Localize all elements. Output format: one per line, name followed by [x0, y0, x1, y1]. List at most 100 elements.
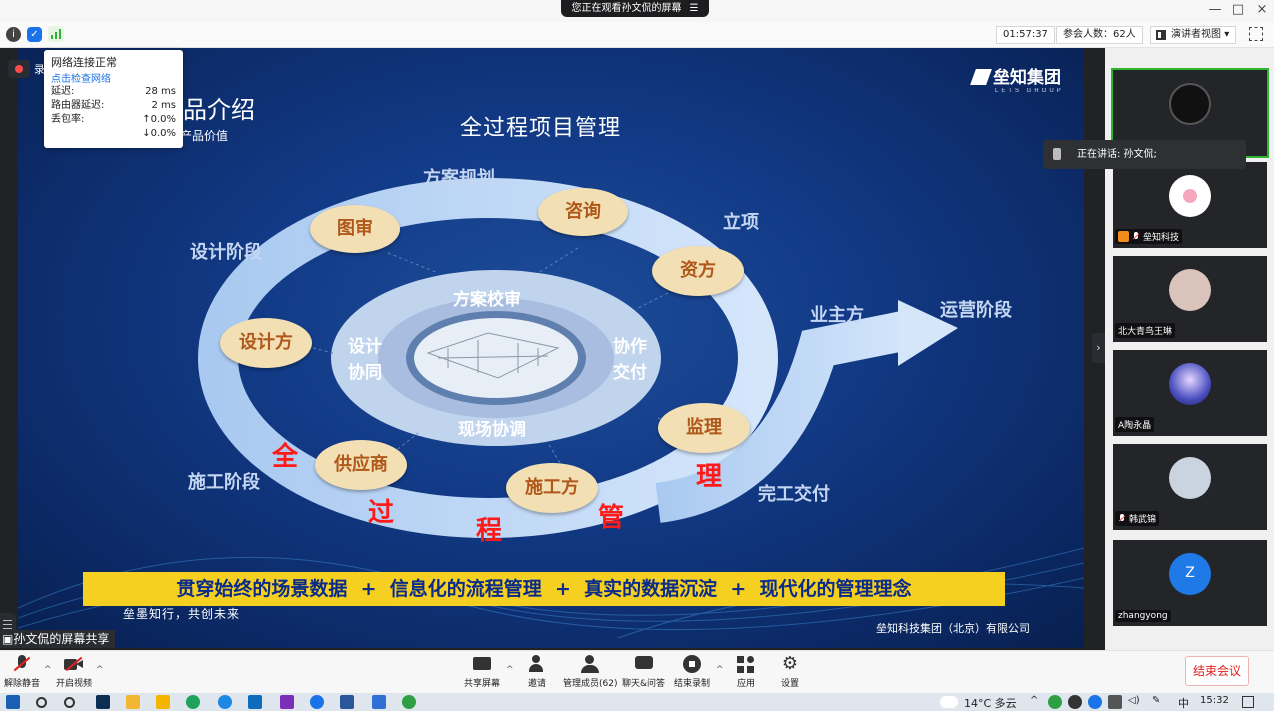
muted-mic-icon — [12, 655, 32, 673]
record-options-caret[interactable]: ^ — [716, 665, 724, 675]
avatar — [1169, 269, 1211, 311]
app-icon[interactable] — [310, 695, 324, 709]
share-screen-icon — [472, 655, 492, 673]
latency-row: 延迟: 28 ms — [51, 86, 176, 97]
video-options-caret[interactable]: ^ — [96, 665, 104, 675]
stop-recording-button[interactable]: 结束录制 — [674, 655, 710, 689]
red-char-4: 管 — [598, 503, 625, 533]
cortana-icon[interactable] — [64, 697, 75, 708]
file-explorer-icon[interactable] — [126, 695, 140, 709]
meeting-app-icon[interactable] — [372, 695, 386, 709]
red-char-2: 过 — [368, 498, 395, 528]
avatar — [1169, 83, 1211, 125]
notes-icon[interactable] — [156, 695, 170, 709]
muted-mic-icon — [1118, 513, 1126, 524]
share-screen-button[interactable]: 共享屏幕 — [464, 655, 500, 689]
tray-app-icon[interactable] — [1068, 695, 1082, 709]
host-icon — [1118, 231, 1129, 242]
participant-tile[interactable]: A陶永晶 — [1113, 350, 1267, 436]
info-icon[interactable]: i — [6, 27, 21, 42]
photoshop-icon[interactable] — [96, 695, 110, 709]
oval-funder: 资方 — [652, 246, 744, 296]
viewing-title: 您正在观看孙文侃的屏幕 — [571, 3, 682, 14]
notification-icon[interactable] — [1242, 696, 1254, 708]
phase-approval: 立项 — [723, 212, 759, 233]
packet-loss-down-row: ↓0.0% — [142, 128, 176, 139]
participant-name: A陶永晶 — [1115, 417, 1155, 432]
phase-delivery: 完工交付 — [758, 484, 830, 505]
participant-tile[interactable]: 韩武锦 — [1113, 444, 1267, 530]
end-meeting-button[interactable]: 结束会议 — [1185, 656, 1249, 686]
share-label-text: 孙文侃的屏幕共享 — [13, 632, 110, 646]
phase-construction: 施工阶段 — [188, 472, 260, 493]
viewing-banner[interactable]: 您正在观看孙文侃的屏幕 ☰ — [561, 0, 709, 17]
weather-icon — [940, 696, 958, 708]
manage-members-button[interactable]: 管理成员(62) — [563, 655, 617, 689]
network-status-popup: 网络连接正常 点击检查网络 延迟: 28 ms 路由器延迟: 2 ms 丢包率: ↑0… — [44, 50, 183, 148]
clock[interactable]: 15:32 — [1200, 695, 1229, 706]
close-button[interactable]: × — [1252, 2, 1272, 18]
start-video-button[interactable]: 开启视频 — [56, 655, 92, 689]
phase-design: 设计阶段 — [190, 242, 262, 263]
participant-count[interactable]: 参会人数：62人 — [1056, 26, 1143, 44]
inner-right-label: 协作交付 — [613, 337, 647, 383]
unmute-button[interactable]: 解除静音 — [4, 655, 40, 689]
volume-icon[interactable]: ◁) — [1128, 695, 1140, 706]
invite-button[interactable]: 邀请 — [527, 655, 547, 689]
oval-supervisor: 监理 — [658, 403, 750, 453]
recording-indicator-icon[interactable] — [8, 60, 30, 78]
view-mode-select[interactable]: 演讲者视图 ▾ — [1150, 26, 1237, 44]
participant-tile[interactable]: 北大青鸟王琳 — [1113, 256, 1267, 342]
red-char-1: 全 — [272, 442, 299, 472]
participant-name: 韩武锦 — [1115, 511, 1160, 526]
fullscreen-icon[interactable] — [1249, 27, 1263, 41]
logo-icon — [970, 69, 992, 85]
onenote-icon[interactable] — [280, 695, 294, 709]
tray-chevron-icon[interactable]: ^ — [1030, 695, 1038, 706]
word-icon[interactable] — [340, 695, 354, 709]
search-icon[interactable] — [36, 697, 47, 708]
tray-meeting-icon[interactable] — [1088, 695, 1102, 709]
wechat-icon[interactable] — [402, 695, 416, 709]
browser-icon[interactable] — [186, 695, 200, 709]
slide-motto: 垒墨知行，共创未来 — [123, 607, 241, 621]
outlook-icon[interactable] — [248, 695, 262, 709]
audio-options-caret[interactable]: ^ — [44, 665, 52, 675]
check-network-link[interactable]: 点击检查网络 — [51, 70, 176, 85]
packet-loss-row: 丢包率: ↑0.0% — [51, 114, 176, 125]
weather-text[interactable]: 14°C 多云 — [964, 695, 1017, 711]
participant-tile[interactable]: Z zhangyong — [1113, 540, 1267, 626]
network-icon[interactable] — [1108, 695, 1122, 709]
company-logo: 垒知集团 LETS GROUP — [970, 63, 1064, 94]
meeting-timer: 01:57:37 — [996, 26, 1055, 44]
settings-button[interactable]: ⚙ 设置 — [780, 655, 800, 690]
participant-tile[interactable]: 垒知科技 — [1113, 162, 1267, 248]
restore-button[interactable]: □ — [1228, 2, 1248, 18]
share-options-caret[interactable]: ^ — [506, 665, 514, 675]
avatar — [1169, 175, 1211, 217]
edge-icon[interactable] — [218, 695, 232, 709]
avatar — [1169, 363, 1211, 405]
pen-icon[interactable]: ✎ — [1152, 695, 1160, 706]
minimize-button[interactable]: — — [1205, 2, 1225, 18]
tray-wechat-icon[interactable] — [1048, 695, 1062, 709]
ime-indicator[interactable]: 中 — [1178, 695, 1189, 711]
speaker-icon — [1053, 148, 1061, 160]
apps-button[interactable]: 应用 — [736, 655, 756, 689]
participant-name: 北大青鸟王琳 — [1115, 323, 1176, 338]
inner-bottom-label: 现场协调 — [458, 420, 526, 440]
collapse-panel-button[interactable]: › — [1092, 333, 1105, 363]
shield-icon[interactable]: ✓ — [27, 27, 42, 42]
phase-operation: 运营阶段 — [940, 300, 1012, 321]
chat-button[interactable]: 聊天&问答 — [622, 655, 665, 689]
slide-subheading: 产品价值 — [180, 129, 229, 143]
network-signal-icon[interactable] — [48, 26, 64, 42]
view-mode-label: 演讲者视图 — [1171, 29, 1221, 40]
record-stop-icon — [682, 655, 702, 673]
oval-contractor: 施工方 — [506, 463, 598, 513]
avatar — [1169, 457, 1211, 499]
inner-left-label: 设计协同 — [348, 337, 382, 383]
start-menu-icon[interactable] — [6, 695, 20, 709]
menu-icon[interactable]: ☰ — [690, 3, 699, 14]
oval-drawing-review: 图审 — [310, 205, 400, 253]
